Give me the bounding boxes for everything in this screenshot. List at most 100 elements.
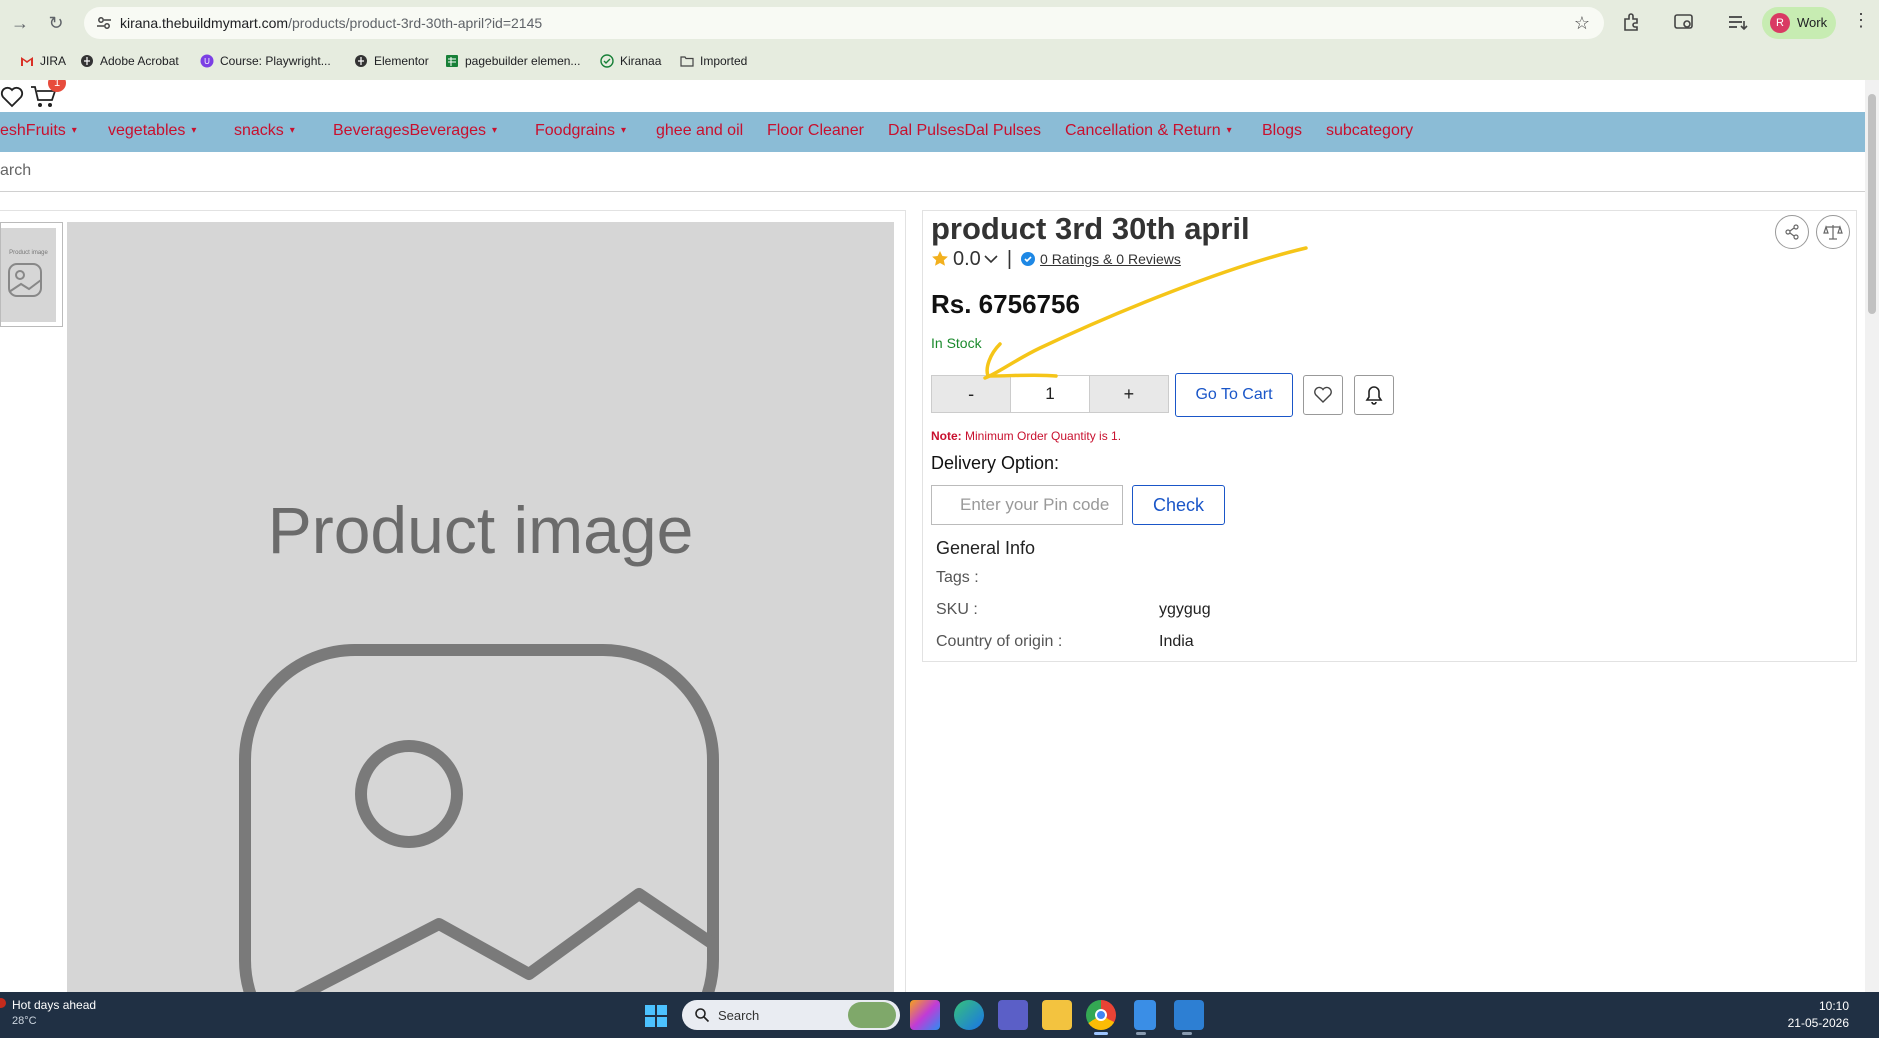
address-bar[interactable]: kirana.thebuildmymart.com/products/produ… [84, 7, 1604, 39]
clock-time[interactable]: 10:10 [1819, 999, 1849, 1013]
globe-icon [355, 55, 367, 67]
search-input[interactable]: arch [0, 152, 1866, 192]
image-placeholder-icon [8, 263, 42, 297]
nav-item-subcategory[interactable]: subcategory [1326, 122, 1413, 140]
wishlist-heart-icon[interactable] [0, 86, 24, 108]
bookmark-item[interactable]: JIRA [20, 51, 66, 71]
delivery-option-label: Delivery Option: [931, 453, 1060, 473]
taskbar: Hot days ahead 28°C Search 10:10 21-05-2… [0, 992, 1879, 1038]
chrome-center [1095, 1009, 1107, 1021]
nav-item-vegetables[interactable]: vegetables ▾ [108, 122, 196, 140]
page-scrollbar[interactable] [1865, 80, 1879, 992]
image-placeholder-icon [239, 644, 719, 992]
quantity-decrease-button[interactable]: - [932, 376, 1011, 412]
bookmark-star-icon[interactable]: ☆ [1574, 13, 1590, 34]
notify-me-button[interactable] [1354, 375, 1394, 415]
taskbar-search[interactable]: Search [682, 1000, 900, 1030]
bookmark-item[interactable]: pagebuilder elemen... [445, 51, 580, 71]
caret-down-icon: ▾ [491, 125, 498, 137]
ratings-reviews-link[interactable]: 0 Ratings & 0 Reviews [1040, 251, 1181, 267]
nav-item-label: Dal PulsesDal Pulses [888, 122, 1041, 139]
extensions-icon[interactable] [1620, 10, 1644, 34]
site-info-icon[interactable] [96, 15, 112, 31]
bookmark-item[interactable]: Kiranaa [600, 51, 661, 71]
media-icon[interactable] [1672, 10, 1696, 34]
quantity-input[interactable]: 1 [1010, 376, 1090, 412]
stock-status: In Stock [931, 335, 982, 351]
remote-desktop-app-icon[interactable] [1174, 1000, 1204, 1030]
nav-item-ghee-oil[interactable]: ghee and oil [656, 122, 743, 140]
bookmark-item[interactable]: Elementor [354, 51, 429, 71]
caret-down-icon: ▾ [289, 125, 295, 137]
scrollbar-thumb[interactable] [1868, 94, 1876, 314]
check-icon [600, 54, 614, 68]
main-image-label: Product image [267, 493, 694, 567]
profile-label: Work [1797, 15, 1828, 30]
gmail-icon [21, 57, 33, 66]
add-to-wishlist-button[interactable] [1303, 375, 1343, 415]
nav-item-label: vegetables [108, 122, 186, 139]
copilot-app-icon[interactable] [910, 1000, 940, 1030]
note-text: Minimum Order Quantity is 1. [961, 429, 1122, 443]
folder-icon [680, 56, 694, 67]
weather-title[interactable]: Hot days ahead [12, 998, 96, 1012]
bookmark-item[interactable]: Adobe Acrobat [80, 51, 179, 71]
edge-app-icon[interactable] [954, 1000, 984, 1030]
url-text[interactable]: kirana.thebuildmymart.com/products/produ… [120, 15, 542, 31]
go-to-cart-button[interactable]: Go To Cart [1175, 373, 1293, 417]
cart-count-badge: 1 [48, 80, 66, 92]
bookmark-label: Course: Playwright... [220, 54, 331, 68]
product-thumbnail[interactable]: Product image [0, 222, 63, 327]
info-label-tags: Tags : [936, 569, 979, 586]
open-app-indicator [1136, 1032, 1146, 1035]
nav-item-snacks[interactable]: snacks ▾ [234, 122, 295, 140]
weather-temperature: 28°C [12, 1015, 37, 1027]
verified-badge-icon [1021, 252, 1036, 266]
nav-item-label: subcategory [1326, 122, 1414, 139]
bookmark-item[interactable]: Imported [680, 51, 747, 71]
quantity-increase-button[interactable]: + [1089, 376, 1168, 412]
nav-item-label: Blogs [1262, 122, 1303, 139]
product-info-panel: product 3rd 30th april 0.0 | 0 Ratings &… [922, 210, 1857, 662]
nav-item-blogs[interactable]: Blogs [1262, 122, 1302, 140]
bookmark-item[interactable]: U Course: Playwright... [200, 51, 331, 71]
forward-icon[interactable]: → [8, 11, 32, 35]
file-explorer-icon[interactable] [1042, 1000, 1072, 1030]
nav-item-label: ghee and oil [656, 122, 744, 139]
nav-item-cancellation[interactable]: Cancellation & Return ▾ [1065, 122, 1232, 140]
browser-chrome: → ↻ kirana.thebuildmymart.com/products/p… [0, 0, 1879, 80]
notepad-app-icon[interactable] [1134, 1000, 1156, 1030]
profile-button[interactable]: R Work [1762, 7, 1836, 39]
heart-icon [1314, 386, 1332, 403]
bookmark-label: pagebuilder elemen... [465, 54, 581, 68]
nav-item-beverages[interactable]: BeveragesBeverages ▾ [333, 122, 497, 140]
info-label-sku: SKU : [936, 601, 978, 618]
taskbar-search-label: Search [718, 1008, 760, 1023]
nav-item-dal-pulses[interactable]: Dal PulsesDal Pulses [888, 122, 1041, 140]
globe-icon [81, 55, 93, 67]
compare-button[interactable] [1816, 215, 1850, 249]
chevron-down-icon[interactable] [983, 253, 999, 265]
teams-app-icon[interactable] [998, 1000, 1028, 1030]
bookmark-label: JIRA [40, 54, 67, 68]
svg-text:U: U [204, 57, 210, 66]
chrome-app-icon[interactable] [1086, 1000, 1116, 1030]
share-icon [1785, 224, 1799, 240]
main-product-image[interactable]: Product image [67, 222, 894, 992]
clock-date[interactable]: 21-05-2026 [1788, 1016, 1849, 1030]
search-placeholder: arch [0, 162, 32, 179]
reload-icon[interactable]: ↻ [44, 11, 68, 35]
browser-menu-icon[interactable]: ⋮ [1852, 10, 1870, 31]
general-info-heading: General Info [936, 538, 1036, 558]
nav-item-foodgrains[interactable]: Foodgrains ▾ [535, 122, 626, 140]
check-pincode-button[interactable]: Check [1132, 485, 1225, 525]
nav-item-label: Foodgrains [535, 122, 616, 139]
caret-down-icon: ▾ [621, 125, 627, 137]
share-button[interactable] [1775, 215, 1809, 249]
pincode-input[interactable]: Enter your Pin code [931, 485, 1123, 525]
reading-list-icon[interactable] [1726, 10, 1750, 34]
nav-item-floor-cleaner[interactable]: Floor Cleaner [767, 122, 864, 140]
info-value-sku: ygygug [1159, 601, 1211, 618]
nav-item-freshfruits[interactable]: eshFruits ▾ [0, 122, 77, 140]
windows-start-icon[interactable] [644, 1004, 668, 1028]
